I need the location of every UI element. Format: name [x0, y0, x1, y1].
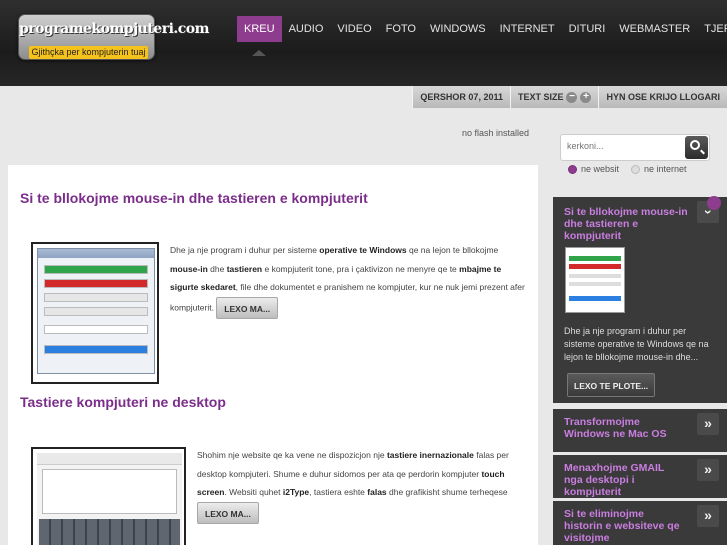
read-more-button[interactable]: LEXO MA... [216, 296, 279, 319]
read-full-button[interactable]: LEXO TE PLOTE... [567, 373, 656, 397]
site-header: programekompjuteri.com Gjithçka per komp… [0, 0, 727, 86]
chevron-right-icon[interactable]: » [697, 505, 719, 527]
nav-active-indicator-icon [252, 50, 266, 56]
text-size-increase-icon[interactable]: + [580, 91, 592, 103]
article-excerpt: Dhe ja nje program i duhur per sisteme o… [170, 241, 525, 319]
nav-item-windows[interactable]: WINDOWS [423, 16, 493, 42]
search-icon [690, 140, 700, 150]
radio-label: ne internet [644, 164, 687, 174]
sidebar-post-thumbnail[interactable] [565, 247, 625, 313]
article-title[interactable]: Si te bllokojme mouse-in dhe tastieren e… [20, 190, 368, 206]
locker-window-image [37, 248, 155, 374]
nav-item-webmaster[interactable]: WEBMASTER [612, 16, 697, 42]
dismiss-icon[interactable] [707, 196, 721, 210]
text-size-control: TEXT SIZE − + [509, 86, 599, 108]
login-link[interactable]: HYN OSE KRIJO LLOGARI [598, 86, 727, 108]
search-scope: ne websit ne internet [568, 164, 699, 174]
current-date: QERSHOR 07, 2011 [412, 86, 510, 108]
radio-label: ne websit [581, 164, 620, 174]
article-title[interactable]: Tastiere kompjuteri ne desktop [20, 394, 226, 410]
info-bar: QERSHOR 07, 2011 TEXT SIZE − + HYN OSE K… [412, 86, 727, 108]
nav-item-dituri[interactable]: DITURI [562, 16, 613, 42]
sidebar-featured-post: Si te bllokojme mouse-in dhe tastieren e… [553, 196, 727, 403]
chevron-right-icon[interactable]: » [697, 459, 719, 481]
logo-name: programekompjuteri.com [19, 21, 209, 37]
nav-item-tjera[interactable]: TJERA [697, 16, 727, 42]
chevron-right-icon[interactable]: » [697, 413, 719, 435]
read-more-button[interactable]: LEXO MA... [197, 501, 259, 524]
nav-item-audio[interactable]: AUDIO [282, 16, 331, 42]
flash-notice: no flash installed [462, 128, 530, 138]
radio-website[interactable]: ne websit [568, 164, 619, 174]
radio-internet[interactable]: ne internet [631, 164, 687, 174]
site-logo[interactable]: programekompjuteri.com Gjithçka per komp… [18, 14, 209, 60]
sidebar-post-title[interactable]: Si te eliminojme historin e websiteve qe… [564, 508, 684, 544]
sidebar-post-title[interactable]: Menaxhojme GMAIL nga desktopi i kompjute… [564, 462, 684, 498]
keyboard-image [37, 453, 182, 545]
sidebar-post-title[interactable]: Transformojme Windows ne Mac OS [564, 416, 684, 440]
search-box [560, 134, 710, 161]
article-thumbnail[interactable] [31, 447, 186, 545]
sidebar-post-excerpt: Dhe ja nje program i duhur per sisteme o… [564, 326, 709, 362]
sidebar-post[interactable]: Menaxhojme GMAIL nga desktopi i kompjute… [553, 455, 727, 498]
sidebar: Si te bllokojme mouse-in dhe tastieren e… [553, 196, 727, 545]
sidebar-post[interactable]: Si te eliminojme historin e websiteve qe… [553, 501, 727, 545]
radio-selected-icon [568, 164, 577, 174]
nav-item-video[interactable]: VIDEO [330, 16, 378, 42]
main-nav: KREU AUDIO VIDEO FOTO WINDOWS INTERNET D… [237, 16, 727, 42]
nav-item-internet[interactable]: INTERNET [493, 16, 562, 42]
text-size-decrease-icon[interactable]: − [566, 91, 578, 103]
main-content: Si te bllokojme mouse-in dhe tastieren e… [8, 165, 538, 545]
sidebar-post-title[interactable]: Si te bllokojme mouse-in dhe tastieren e… [564, 206, 689, 242]
article-thumbnail[interactable] [31, 242, 159, 384]
nav-item-foto[interactable]: FOTO [379, 16, 423, 42]
search-button[interactable] [685, 136, 708, 159]
article-excerpt: Shohim nje website qe ka vene ne dispozi… [197, 446, 525, 524]
search-input[interactable] [567, 141, 677, 151]
nav-item-kreu[interactable]: KREU [237, 16, 282, 42]
logo-tagline: Gjithçka per kompjuterin tuaj [29, 46, 148, 59]
radio-unselected-icon [631, 164, 641, 174]
text-size-label: TEXT SIZE [517, 92, 564, 102]
sidebar-post[interactable]: Transformojme Windows ne Mac OS » [553, 409, 727, 452]
